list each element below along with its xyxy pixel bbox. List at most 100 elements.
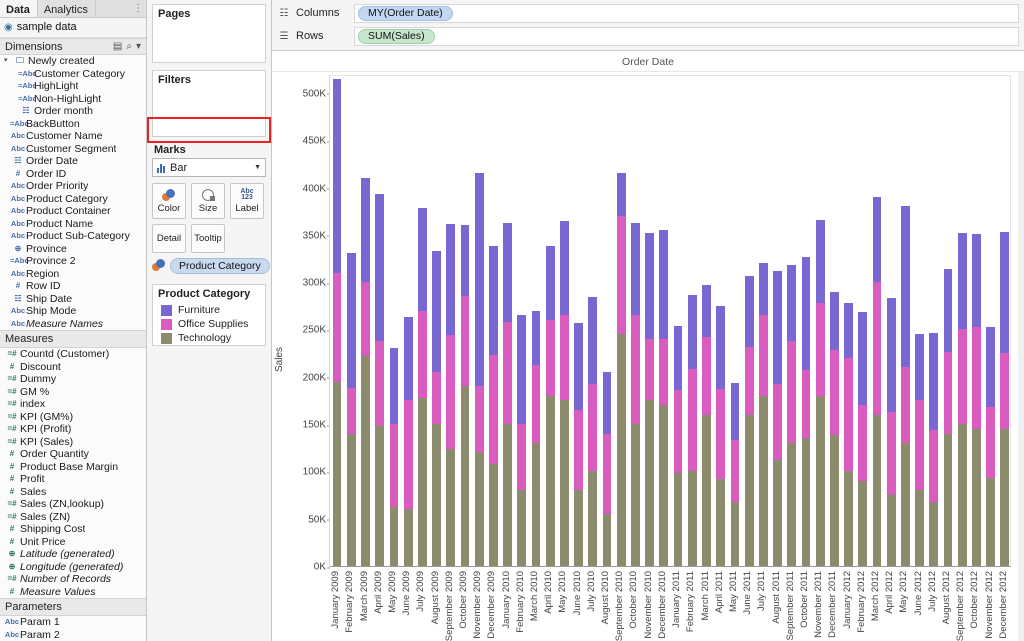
- bar-segment[interactable]: [574, 490, 584, 566]
- size-button[interactable]: Size: [191, 183, 225, 219]
- bar-segment[interactable]: [488, 246, 498, 356]
- bar-segment[interactable]: [645, 232, 655, 339]
- bar-segment[interactable]: [787, 340, 797, 443]
- bar-segment[interactable]: [1000, 232, 1010, 354]
- plot-area[interactable]: [329, 75, 1011, 567]
- bar-segment[interactable]: [417, 208, 427, 311]
- color-button[interactable]: Color: [152, 183, 186, 219]
- bar-segment[interactable]: [815, 302, 825, 396]
- measure-field-profit[interactable]: # Profit: [0, 473, 146, 486]
- bar-segment[interactable]: [986, 326, 996, 408]
- bar-segment[interactable]: [744, 275, 754, 347]
- measure-field-product-base-margin[interactable]: # Product Base Margin: [0, 461, 146, 474]
- bar-segment[interactable]: [730, 383, 740, 441]
- dimension-field-product-container[interactable]: Abc Product Container: [0, 205, 146, 218]
- bar-segment[interactable]: [616, 215, 626, 335]
- bar-segment[interactable]: [901, 367, 910, 443]
- search-icon[interactable]: ⌕: [126, 41, 132, 52]
- marks-pill-product-category[interactable]: Product Category: [170, 258, 270, 274]
- bar-segment[interactable]: [858, 312, 868, 406]
- dimension-field-backbutton[interactable]: =Abc BackButton: [0, 118, 146, 131]
- bar-segment[interactable]: [545, 395, 555, 566]
- dimension-field-order-priority[interactable]: Abc Order Priority: [0, 180, 146, 193]
- bar-column[interactable]: [758, 263, 768, 566]
- dimension-field-customer-name[interactable]: Abc Customer Name: [0, 130, 146, 143]
- bar-column[interactable]: [346, 252, 356, 566]
- bar-segment[interactable]: [432, 372, 441, 425]
- bar-column[interactable]: [488, 246, 498, 566]
- bar-segment[interactable]: [801, 256, 811, 371]
- measure-field-number-of-records[interactable]: =# Number of Records: [0, 573, 146, 586]
- measure-field-discount[interactable]: # Discount: [0, 361, 146, 374]
- bar-column[interactable]: [631, 222, 640, 566]
- bar-segment[interactable]: [758, 263, 768, 316]
- bar-segment[interactable]: [574, 322, 584, 410]
- legend-item[interactable]: Furniture: [153, 303, 265, 317]
- bar-column[interactable]: [943, 268, 953, 566]
- bar-segment[interactable]: [531, 443, 541, 566]
- bar-segment[interactable]: [659, 405, 669, 566]
- bar-segment[interactable]: [645, 338, 655, 401]
- bar-column[interactable]: [673, 325, 683, 566]
- bar-segment[interactable]: [361, 282, 370, 356]
- bar-segment[interactable]: [943, 352, 953, 434]
- bar-column[interactable]: [545, 246, 555, 566]
- dimension-field-measure-names[interactable]: Abc Measure Names: [0, 318, 146, 331]
- bar-segment[interactable]: [432, 250, 441, 373]
- bar-segment[interactable]: [659, 230, 669, 339]
- bar-segment[interactable]: [1000, 428, 1010, 566]
- bar-column[interactable]: [574, 322, 584, 566]
- bar-segment[interactable]: [446, 448, 456, 566]
- measure-field-shipping-cost[interactable]: # Shipping Cost: [0, 523, 146, 536]
- bar-column[interactable]: [560, 220, 569, 566]
- bar-segment[interactable]: [844, 471, 853, 566]
- bar-segment[interactable]: [332, 272, 342, 382]
- bar-column[interactable]: [986, 326, 996, 566]
- bar-segment[interactable]: [403, 509, 413, 566]
- bar-segment[interactable]: [503, 222, 512, 322]
- bar-segment[interactable]: [375, 425, 385, 566]
- bar-segment[interactable]: [446, 223, 456, 336]
- bar-segment[interactable]: [829, 435, 839, 566]
- bar-segment[interactable]: [531, 310, 541, 366]
- bar-segment[interactable]: [943, 268, 953, 353]
- mark-type-dropdown[interactable]: Bar ▼: [152, 158, 266, 177]
- bar-segment[interactable]: [929, 501, 939, 566]
- bar-column[interactable]: [929, 333, 939, 566]
- dimension-field-highlight[interactable]: =Abc HighLight: [0, 80, 146, 93]
- dimension-field-product-name[interactable]: Abc Product Name: [0, 218, 146, 231]
- bar-column[interactable]: [744, 275, 754, 566]
- bar-segment[interactable]: [716, 389, 726, 479]
- bar-column[interactable]: [787, 265, 797, 566]
- bar-segment[interactable]: [773, 270, 782, 385]
- bar-segment[interactable]: [957, 424, 967, 566]
- bar-segment[interactable]: [744, 346, 754, 415]
- bar-segment[interactable]: [588, 297, 598, 385]
- measure-field-order-quantity[interactable]: # Order Quantity: [0, 448, 146, 461]
- measure-field-longitude-generated[interactable]: ⊕ Longitude (generated): [0, 561, 146, 574]
- bar-segment[interactable]: [403, 317, 413, 401]
- rows-dropzone[interactable]: SUM(Sales): [354, 26, 1019, 46]
- bar-segment[interactable]: [375, 340, 385, 426]
- dimension-field-product-category[interactable]: Abc Product Category: [0, 193, 146, 206]
- bar-segment[interactable]: [332, 78, 342, 273]
- bar-column[interactable]: [687, 295, 697, 566]
- bar-segment[interactable]: [588, 384, 598, 472]
- dimension-field-order-id[interactable]: # Order ID: [0, 168, 146, 181]
- bar-segment[interactable]: [915, 490, 925, 566]
- bar-segment[interactable]: [773, 384, 782, 461]
- bar-column[interactable]: [602, 372, 612, 566]
- dimension-field-product-sub-category[interactable]: Abc Product Sub-Category: [0, 230, 146, 243]
- bar-segment[interactable]: [659, 338, 669, 406]
- bar-segment[interactable]: [844, 302, 853, 358]
- bar-column[interactable]: [972, 233, 981, 566]
- bar-segment[interactable]: [687, 471, 697, 566]
- bar-segment[interactable]: [588, 471, 598, 566]
- filters-dropzone[interactable]: [153, 88, 265, 136]
- bar-segment[interactable]: [417, 310, 427, 398]
- bar-column[interactable]: [645, 232, 655, 566]
- bar-segment[interactable]: [687, 369, 697, 472]
- bar-segment[interactable]: [346, 388, 356, 434]
- columns-pill[interactable]: MY(Order Date): [358, 5, 453, 21]
- bar-segment[interactable]: [545, 320, 555, 396]
